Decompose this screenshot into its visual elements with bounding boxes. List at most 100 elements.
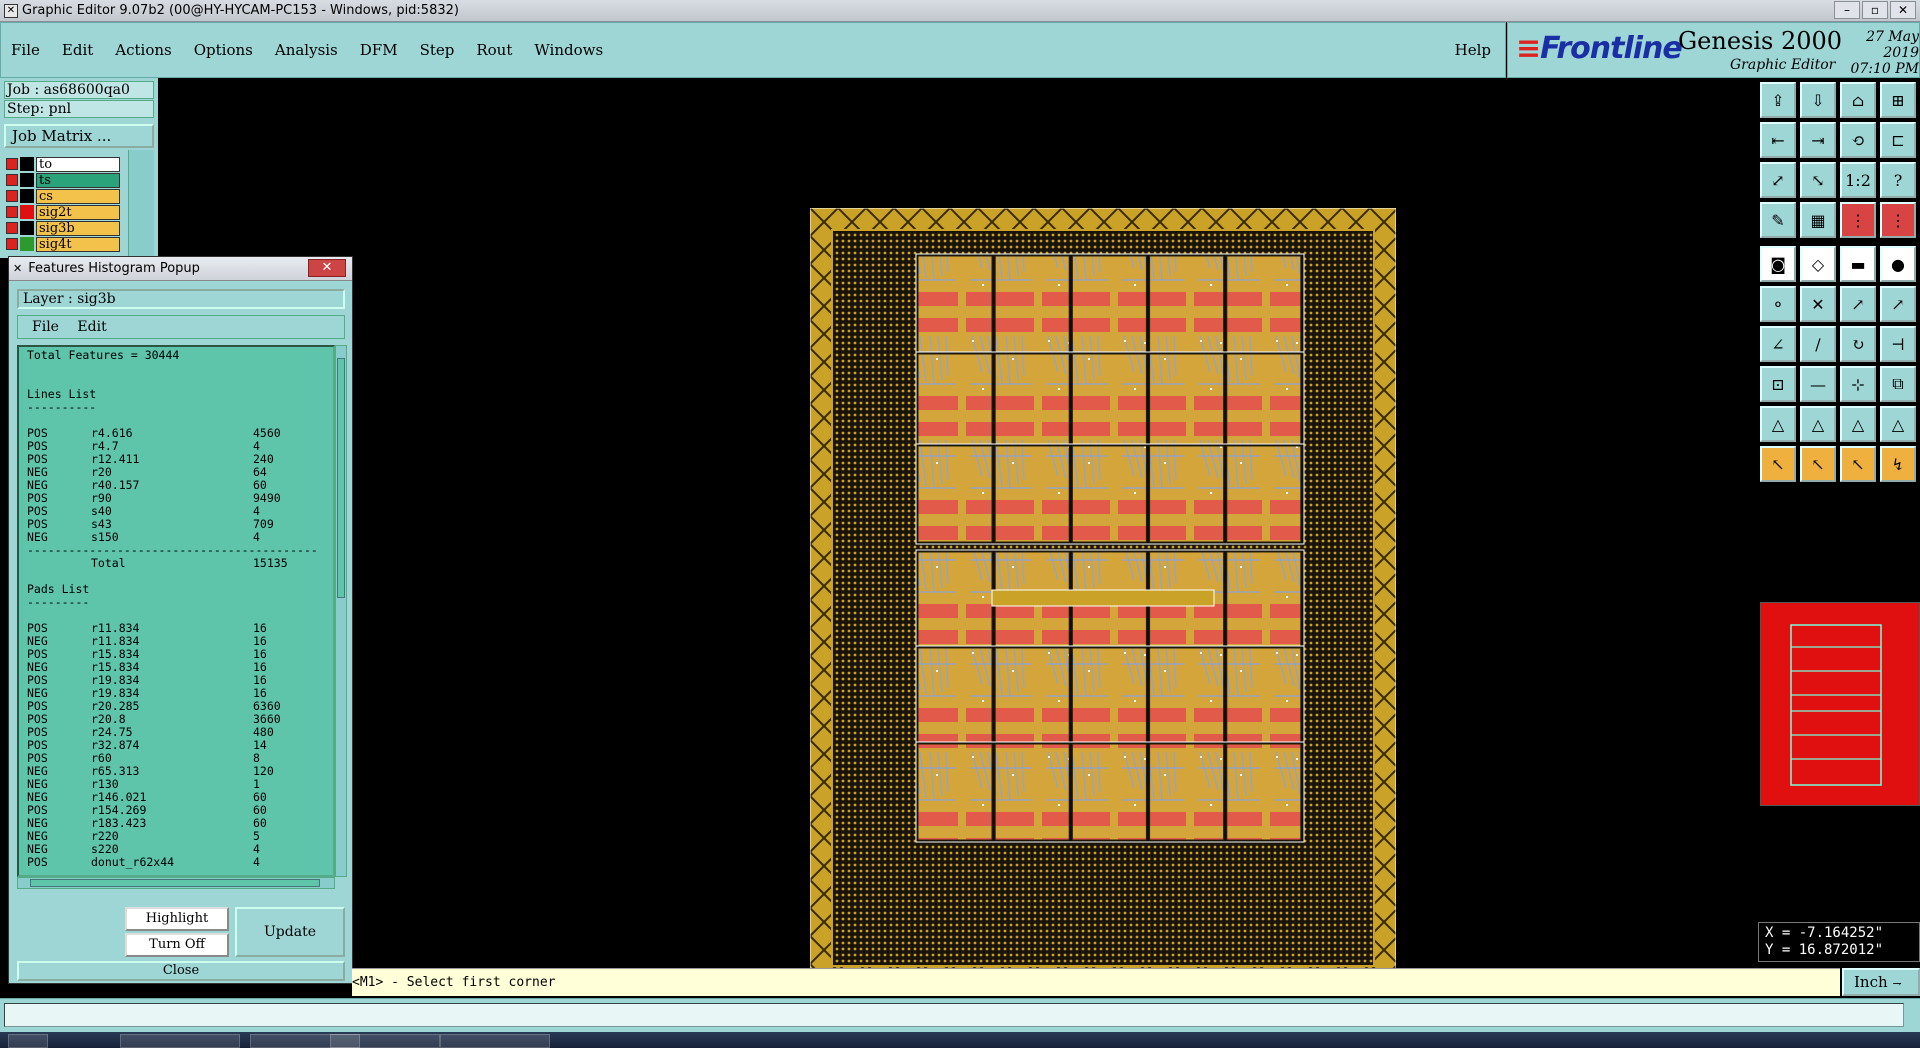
layer-name[interactable]: cs [36,188,120,204]
sketch-icon[interactable]: ✎ [1760,202,1796,238]
menu-analysis[interactable]: Analysis [275,41,338,59]
pointer-b-icon[interactable]: ↖ [1800,446,1836,482]
grid-icon[interactable]: ⊞ [1880,82,1916,118]
layer-row-ts[interactable]: ts [6,172,120,188]
line-draw-icon[interactable]: ↗ [1840,286,1876,322]
unit-selector[interactable]: Inch ⇁ [1842,968,1920,996]
update-button[interactable]: Update [235,907,345,957]
hline-icon[interactable]: — [1800,366,1836,402]
layer-row-sig2t[interactable]: sig2t [6,204,120,220]
menu-options[interactable]: Options [194,41,253,59]
ruler-icon[interactable]: ▬ [1840,246,1876,282]
pcb-unit [917,353,993,451]
slash-icon[interactable]: ∕ [1800,326,1836,362]
layer-name[interactable]: sig4t [36,236,120,252]
pointer-c-icon[interactable]: ↖ [1840,446,1876,482]
undo-view-icon[interactable]: ⟲ [1840,122,1876,158]
zoom-area-icon[interactable]: ⤡ [1800,162,1836,198]
popup-close-icon[interactable]: ✕ [308,259,346,277]
layer-color-swatch[interactable] [20,221,34,235]
triangle-c-icon[interactable]: △ [1840,406,1876,442]
layer-name[interactable]: to [36,156,120,172]
layer-color-swatch[interactable] [20,173,34,187]
layer-name[interactable]: sig3b [36,220,120,236]
layer-name[interactable]: ts [36,172,120,188]
menu-file[interactable]: File [11,41,40,59]
route-icon[interactable]: ↯ [1880,446,1916,482]
pad-icon[interactable]: ● [1880,246,1916,282]
layer-color-swatch[interactable] [20,237,34,251]
menu-rout[interactable]: Rout [476,41,512,59]
histogram-list[interactable]: Total Features = 30444 Lines List --------… [17,345,335,877]
highlight-button[interactable]: Highlight [125,907,229,931]
triangle-b-icon[interactable]: △ [1800,406,1836,442]
minimize-icon[interactable]: – [1834,1,1860,19]
traffic-light-icon[interactable]: ⋮ [1840,202,1876,238]
window-title-bar: ✕ Graphic Editor 9.07b2 (00@HY-HYCAM-PC1… [0,0,1920,22]
link-icon[interactable]: ⚬ [1760,286,1796,322]
zoom-ratio-icon[interactable]: 1:2 [1840,162,1876,198]
home-icon[interactable]: ⌂ [1840,82,1876,118]
pcb-unit [1226,445,1302,543]
overview-map[interactable] [1760,602,1920,806]
arc-draw-icon[interactable]: ↗ [1880,286,1916,322]
graphic-canvas[interactable] [160,78,1756,988]
zoom-fit-icon[interactable]: ⤢ [1760,162,1796,198]
layer-indicator[interactable] [6,238,18,250]
pan-right-icon[interactable]: ⇥ [1800,122,1836,158]
pan-left-icon[interactable]: ⇤ [1760,122,1796,158]
triangle-a-icon[interactable]: △ [1760,406,1796,442]
rotate-icon[interactable]: ↻ [1840,326,1876,362]
popup-menu-edit[interactable]: Edit [77,319,106,335]
menu-actions[interactable]: Actions [115,41,171,59]
popup-menu-file[interactable]: File [32,319,59,335]
layer-color-swatch[interactable] [20,189,34,203]
menu-step[interactable]: Step [420,41,455,59]
unzoom-icon[interactable]: ⇩ [1800,82,1836,118]
menu-windows[interactable]: Windows [534,41,603,59]
cross-icon[interactable]: ✕ [1800,286,1836,322]
pads-list-row: POS r20.285 6360 [27,699,281,713]
histogram-vertical-scrollbar[interactable] [335,345,347,877]
copy-icon[interactable]: ⧉ [1880,366,1916,402]
layer-row-to[interactable]: to [6,156,120,172]
grid-toggle-icon[interactable]: ▦ [1800,202,1836,238]
menu-edit[interactable]: Edit [62,41,93,59]
camera-icon[interactable]: ◙ [1760,246,1796,282]
tool-palette: ⇪ ⇩ ⌂ ⊞ ⇤ ⇥ ⟲ ⊏ ⤢ ⤡ 1:2? ✎ ▦ ⋮ ⋮ ◙ ◇ ▬ ● ⚬ ✕ ↗ ↗ ∠ ∕ ↻ ⊣ ⊡ — ⊹ ⧉ △ △ △ △ ↖ ↖… [1758,78,1920,482]
layer-color-swatch[interactable] [20,205,34,219]
close-window-icon[interactable]: ✕ [1890,1,1916,19]
histogram-horizontal-scrollbar[interactable] [17,877,335,889]
query-icon[interactable]: ? [1880,162,1916,198]
angle-icon[interactable]: ∠ [1760,326,1796,362]
layer-name[interactable]: sig2t [36,204,120,220]
close-button[interactable]: Close [17,961,345,981]
job-matrix-button[interactable]: Job Matrix ... [4,124,154,148]
layer-indicator[interactable] [6,158,18,170]
signal-icon[interactable]: ⋮ [1880,202,1916,238]
menu-dfm[interactable]: DFM [360,41,398,59]
align-icon[interactable]: ⊣ [1880,326,1916,362]
layer-row-sig4t[interactable]: sig4t [6,236,120,252]
pcb-panel-drawing [810,208,1396,988]
layer-row-cs[interactable]: cs [6,188,120,204]
turn-off-button[interactable]: Turn Off [125,933,229,957]
layer-indicator[interactable] [6,206,18,218]
snap-icon[interactable]: ⊡ [1760,366,1796,402]
center-icon[interactable]: ⊹ [1840,366,1876,402]
menu-help[interactable]: Help [1455,41,1491,59]
triangle-d-icon[interactable]: △ [1880,406,1916,442]
layer-list-scrollbar[interactable] [128,150,154,258]
status-field[interactable] [4,1003,1904,1027]
layer-indicator[interactable] [6,190,18,202]
split-icon[interactable]: ⊏ [1880,122,1916,158]
snapshot-icon[interactable]: ⇪ [1760,82,1796,118]
layer-row-sig3b[interactable]: sig3b [6,220,120,236]
maximize-icon[interactable]: ▫ [1862,1,1888,19]
step-label: Step: pnl [4,100,154,118]
layer-indicator[interactable] [6,174,18,186]
pointer-icon[interactable]: ↖ [1760,446,1796,482]
polygon-icon[interactable]: ◇ [1800,246,1836,282]
layer-indicator[interactable] [6,222,18,234]
layer-color-swatch[interactable] [20,157,34,171]
